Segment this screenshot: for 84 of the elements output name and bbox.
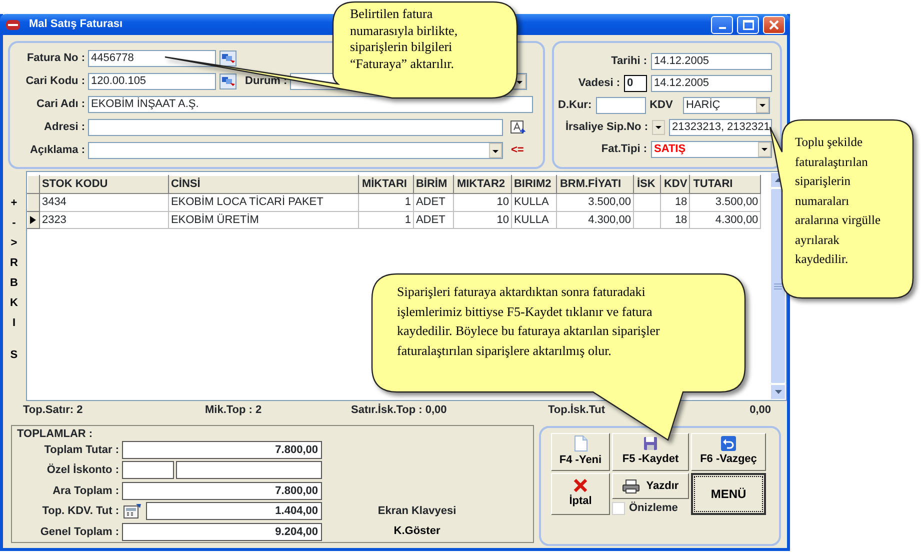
- table-cell: 10: [453, 211, 512, 228]
- toolbar-button[interactable]: -: [4, 213, 24, 233]
- date-field[interactable]: 14.12.2005: [651, 52, 772, 70]
- field-label: Top. KDV. Tut :: [41, 504, 120, 519]
- summary-text: Satır.İsk.Top : 0,00: [351, 402, 448, 418]
- field-label: Özel İskonto :: [46, 462, 120, 478]
- print-button[interactable]: Yazdır: [612, 473, 689, 499]
- field-label: Toplam Tutar :: [43, 442, 120, 458]
- insert-button[interactable]: <=: [511, 142, 524, 159]
- table-cell: EKOBİM LOCA TİCARİ PAKET: [168, 194, 358, 211]
- window-title: Mal Satış Faturası: [29, 17, 123, 32]
- field-label: D.Kur:: [558, 98, 592, 113]
- menu-button[interactable]: MENÜ: [691, 473, 766, 515]
- field-label: Tarihi :: [611, 54, 647, 69]
- total-field[interactable]: 7.800,00: [122, 440, 322, 459]
- summary-text: Top.Satır: 2: [23, 402, 84, 418]
- column-header[interactable]: İSK: [633, 176, 660, 194]
- toolbar-button[interactable]: K: [4, 293, 24, 313]
- table-cell: 18: [660, 194, 690, 211]
- column-header[interactable]: BRM.FİYATI: [556, 176, 634, 194]
- table-cell: 3434: [39, 194, 168, 211]
- combo-box[interactable]: SATIŞ: [651, 140, 772, 158]
- tooltip-text: Toplu şekilde faturalaştırılan siparişlerin numaraları aralarına virgülle ayrılarak kaydedilir.: [795, 134, 882, 268]
- toolbar-button[interactable]: +: [4, 193, 24, 213]
- column-header[interactable]: BİRİM: [413, 176, 454, 194]
- input-field[interactable]: 120.00.105: [88, 73, 216, 90]
- cancel-button[interactable]: F6 -Vazgeç: [691, 433, 766, 471]
- tooltip-text: Belirtilen fatura numarasıyla birlikte, siparişlerin bilgileri “Faturaya” aktarılır.: [350, 6, 459, 72]
- field-label: Fatura No :: [26, 51, 85, 66]
- field-label: Ara Toplam :: [52, 484, 120, 498]
- table-cell: KULLA: [511, 211, 556, 228]
- field-label: Cari Adı :: [36, 97, 85, 112]
- table-cell: ADET: [413, 211, 454, 228]
- column-header[interactable]: MİKTARI: [358, 176, 414, 194]
- table-cell: 3.500,00: [556, 194, 634, 211]
- column-header[interactable]: MIKTAR2: [453, 176, 512, 194]
- toolbar-button[interactable]: B: [4, 273, 24, 293]
- total-field[interactable]: 1.404,00: [146, 502, 322, 520]
- toolbar-button[interactable]: R: [4, 253, 24, 273]
- new-button[interactable]: F4 -Yeni: [551, 433, 610, 471]
- table-cell: ADET: [413, 194, 454, 211]
- field-label: Fat.Tipi :: [601, 142, 647, 157]
- table-cell: KULLA: [511, 194, 556, 211]
- input-field[interactable]: 21323213, 2132321: [669, 118, 772, 136]
- table-cell: 4.300,00: [556, 211, 634, 228]
- delete-button[interactable]: İptal: [551, 473, 610, 515]
- input-field[interactable]: EKOBİM İNŞAAT A.Ş.: [88, 96, 533, 113]
- toolbar-button[interactable]: S: [4, 345, 24, 365]
- summary-text: Top.İsk.Tut: [548, 402, 606, 418]
- field-label: Vadesi :: [578, 76, 620, 91]
- table-cell: 10: [453, 194, 512, 211]
- save-button[interactable]: F5 -Kaydet: [612, 433, 689, 471]
- column-header[interactable]: STOK KODU: [39, 176, 168, 194]
- field-label: Açıklama :: [28, 143, 85, 158]
- field-label: Genel Toplam :: [39, 524, 120, 540]
- toolbar-button[interactable]: >: [4, 233, 24, 253]
- column-header[interactable]: CİNSİ: [168, 176, 358, 194]
- table-cell: 18: [660, 211, 690, 228]
- table-cell: 4.300,00: [690, 211, 761, 228]
- table-cell: 1: [358, 211, 414, 228]
- show-keyboard-link[interactable]: K.Göster: [394, 523, 440, 540]
- total-field[interactable]: 9.204,00: [122, 522, 322, 541]
- table-cell: 1: [358, 194, 414, 211]
- column-header[interactable]: TUTARI: [690, 176, 761, 194]
- tooltip-text: Siparişleri faturaya aktardıktan sonra faturadaki işlemlerimiz bittiyse F5-Kaydet tıklanır ve fatura kaydedilir. Böylece bu faturaya aktarılan siparişler faturalaştırılan siparişlere aktarılmış olur.: [397, 283, 661, 360]
- summary-text: Mik.Top : 2: [205, 402, 263, 418]
- summary-text: 0,00: [750, 402, 772, 418]
- toolbar-button[interactable]: I: [4, 313, 24, 333]
- date-field[interactable]: 14.12.2005: [651, 74, 772, 92]
- input-field[interactable]: 0: [624, 74, 647, 92]
- column-header[interactable]: BIRIM2: [511, 176, 556, 194]
- field-label: KDV: [650, 98, 673, 113]
- table-cell: EKOBİM ÜRETİM: [168, 211, 358, 228]
- field-label: İrsaliye Sip.No :: [565, 120, 648, 135]
- table-cell: 3.500,00: [690, 194, 761, 211]
- preview-checkbox[interactable]: Önizleme: [612, 501, 689, 515]
- input-field[interactable]: 4456778: [88, 50, 216, 67]
- combo-box[interactable]: HARİÇ: [683, 96, 770, 114]
- table-cell: 2323: [39, 211, 168, 228]
- field-label: Adresi :: [43, 120, 85, 136]
- field-label: Cari Kodu :: [24, 74, 85, 90]
- total-field[interactable]: 7.800,00: [122, 482, 322, 500]
- column-header[interactable]: KDV: [660, 176, 690, 194]
- keyboard-label: Ekran Klavyesi: [378, 504, 456, 518]
